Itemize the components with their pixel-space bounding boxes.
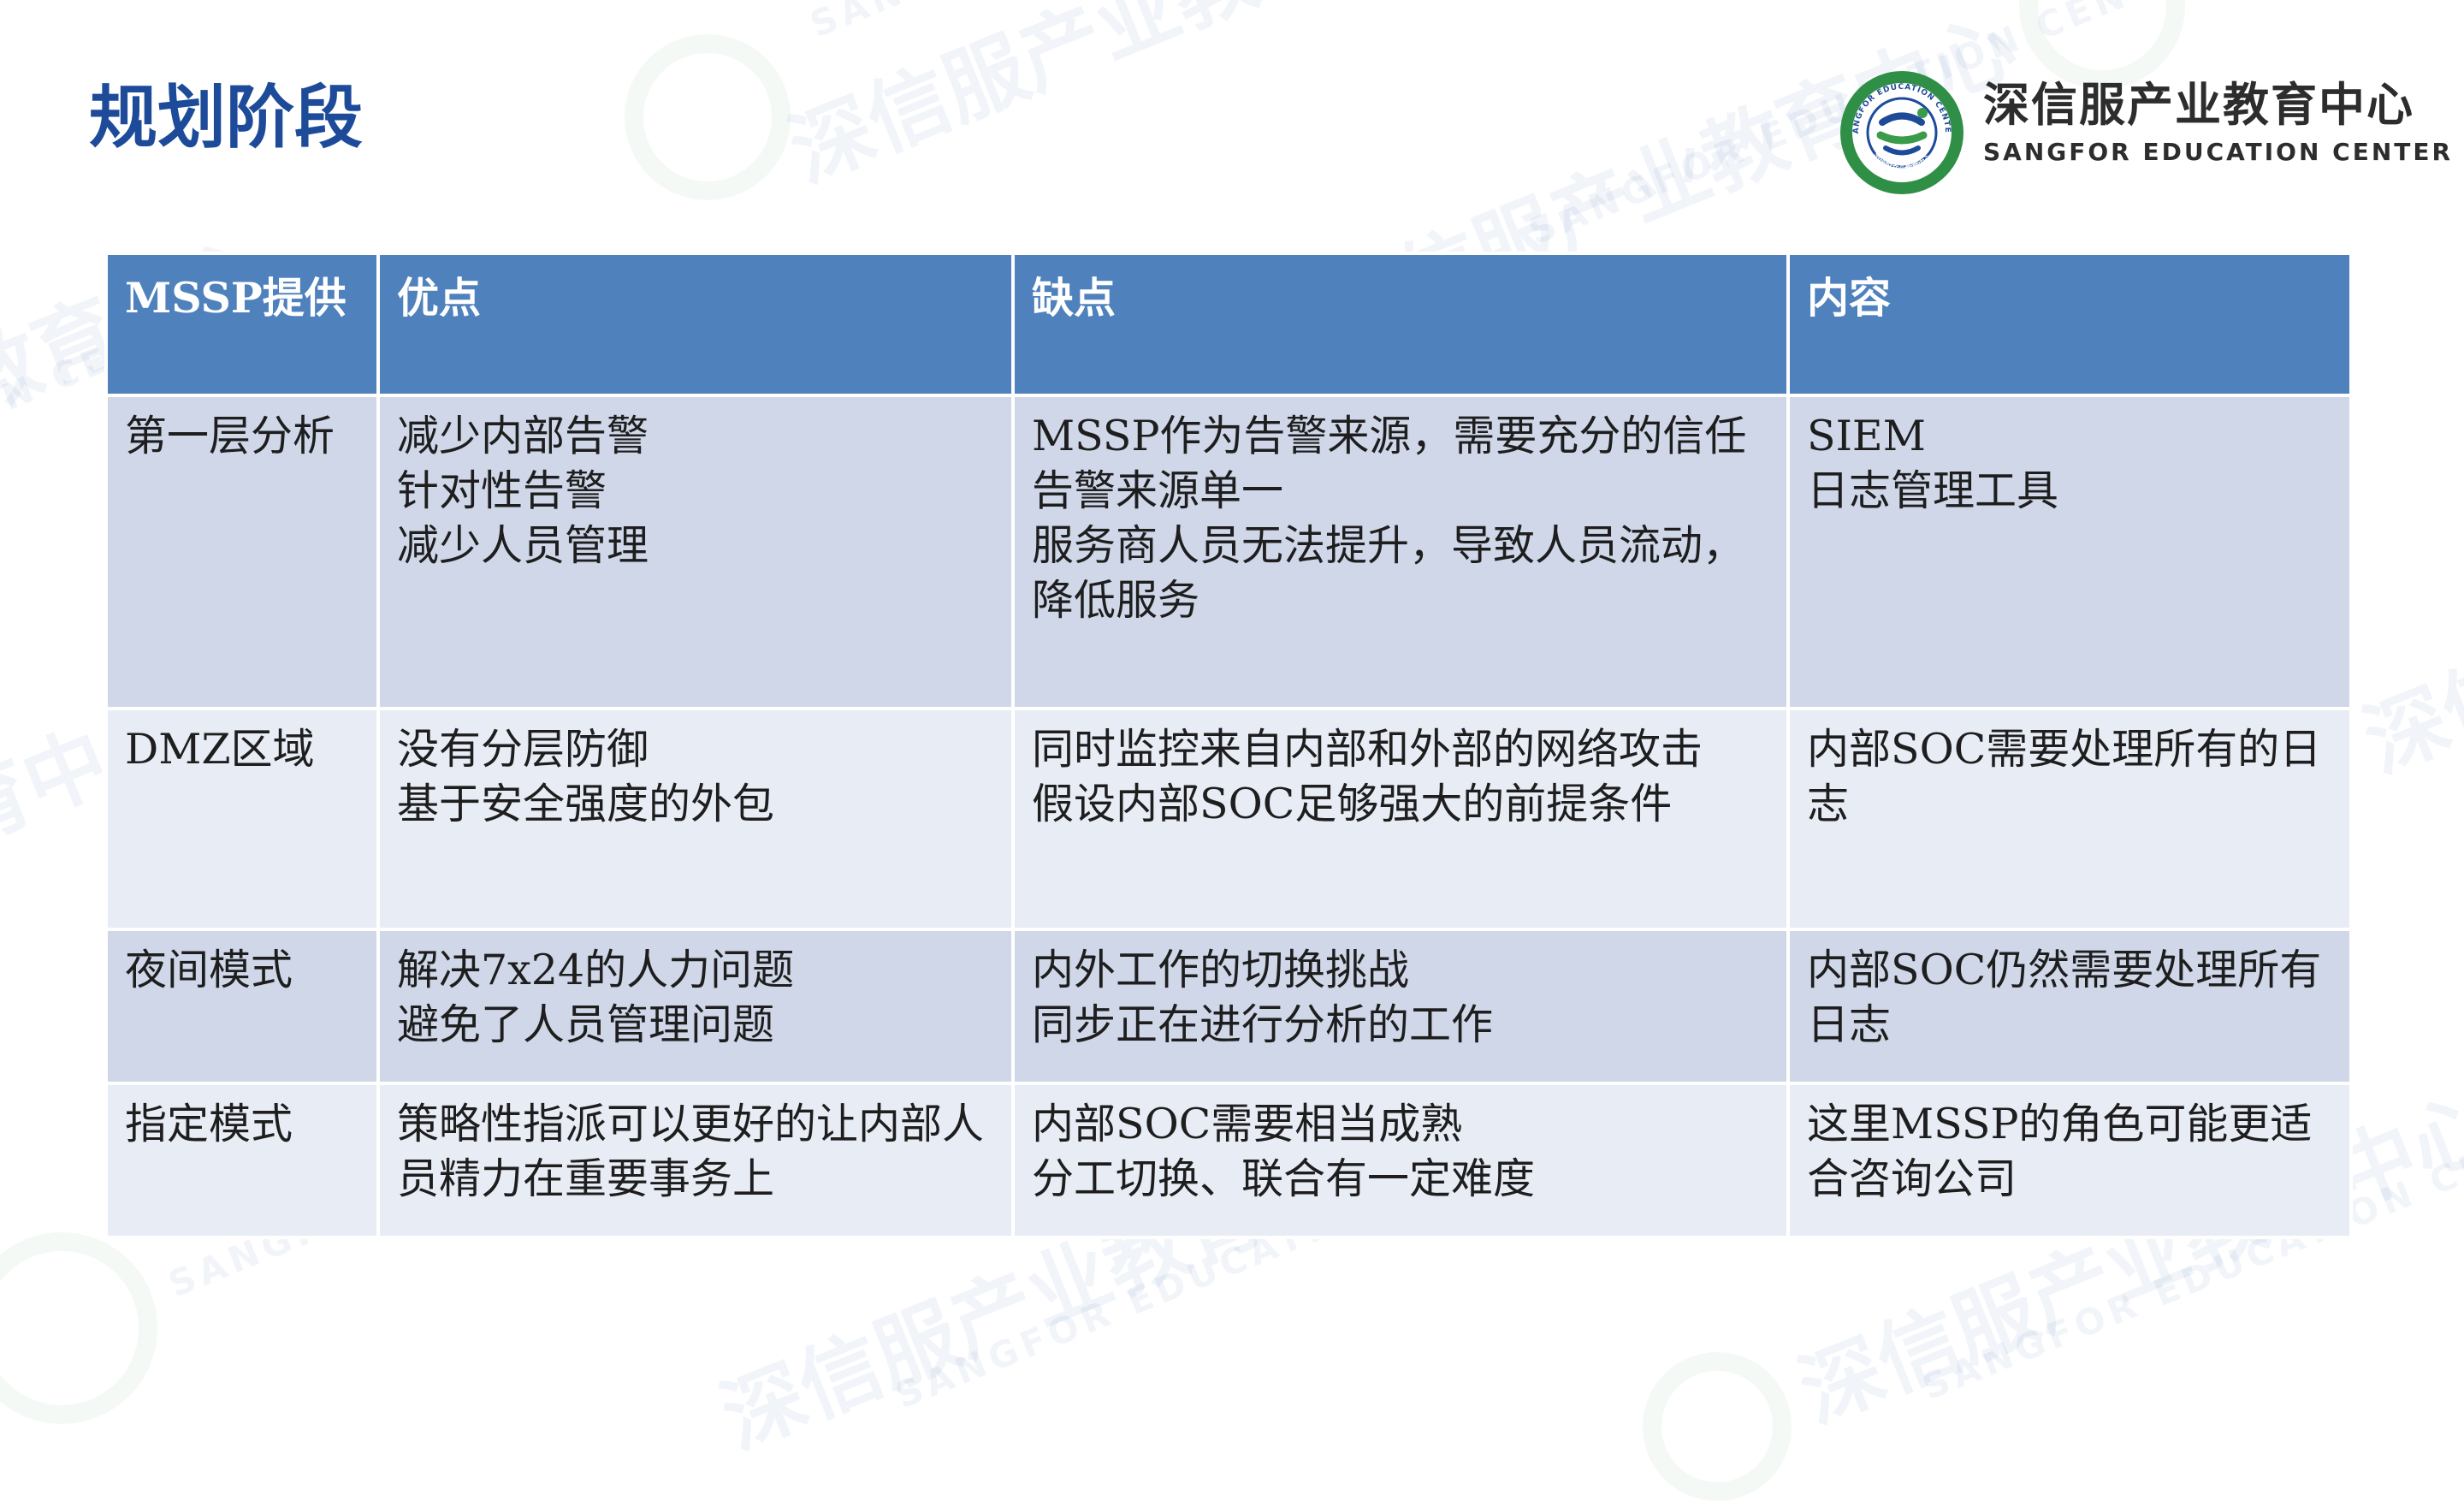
content-cell: SIEM 日志管理工具 (1786, 394, 2353, 710)
pros-item: 避免了人员管理问题 (397, 1000, 775, 1049)
table-row: 夜间模式 解决7x24的人力问题 避免了人员管理问题 内外工作的切换挑战 同步正… (104, 928, 2353, 1085)
cons-item: 同步正在进行分析的工作 (1032, 1000, 1494, 1049)
table-row: DMZ区域 没有分层防御 基于安全强度的外包 同时监控来自内部和外部的网络攻击 … (104, 707, 2353, 931)
pros-item: 减少人员管理 (397, 521, 649, 570)
cons-cell: 同时监控来自内部和外部的网络攻击 假设内部SOC足够强大的前提条件 (1011, 707, 1790, 931)
logo-wordmark: 深信服产业教育中心 SANGFOR EDUCATION CENTER (1983, 82, 2453, 164)
cons-item: 内外工作的切换挑战 (1032, 946, 1410, 994)
cons-item: 告警来源单一 (1032, 466, 1284, 515)
cons-item: MSSP作为告警来源，需要充分的信任 (1032, 412, 1747, 460)
cons-item: 假设内部SOC足够强大的前提条件 (1032, 780, 1673, 828)
content-cell: 这里MSSP的角色可能更适合咨询公司 (1786, 1082, 2353, 1239)
watermark-text: 深信服产业教育中心 (2351, 424, 2464, 792)
pros-cell: 策略性指派可以更好的让内部人员精力在重要事务上 (376, 1082, 1015, 1239)
watermark-emblem (0, 1232, 157, 1424)
mode-cell: 指定模式 (104, 1082, 380, 1239)
content-cell: 内部SOC需要处理所有的日志 (1786, 707, 2353, 931)
watermark-emblem (625, 34, 791, 200)
cons-item: 分工切换、联合有一定难度 (1032, 1154, 1536, 1203)
table-header-row: MSSP提供 优点 缺点 内容 (104, 252, 2353, 397)
cons-cell: 内部SOC需要相当成熟 分工切换、联合有一定难度 (1011, 1082, 1790, 1239)
watermark-text: 深信服产业教育中心 (777, 0, 1499, 201)
content-item: 内部SOC仍然需要处理所有日志 (1807, 946, 2322, 1049)
pros-item: 减少内部告警 (397, 412, 649, 460)
pros-item: 基于安全强度的外包 (397, 780, 775, 828)
watermark-text: SANGFOR EDUCATION CENTER (804, 0, 1502, 45)
mode-cell: 夜间模式 (104, 928, 380, 1085)
pros-cell: 减少内部告警 针对性告警 减少人员管理 (376, 394, 1015, 710)
cons-item: 内部SOC需要相当成熟 (1032, 1100, 1463, 1148)
pros-item: 解决7x24的人力问题 (397, 946, 795, 994)
watermark-emblem (1643, 1352, 1792, 1501)
content-item: 日志管理工具 (1807, 466, 2059, 515)
mssp-planning-table: MSSP提供 优点 缺点 内容 第一层分析 减少内部告警 针对性告警 减少人员管… (104, 252, 2353, 1239)
watermark-emblem (2019, 0, 2185, 89)
pros-item: 针对性告警 (397, 466, 607, 515)
cons-cell: 内外工作的切换挑战 同步正在进行分析的工作 (1011, 928, 1790, 1085)
pros-item: 策略性指派可以更好的让内部人员精力在重要事务上 (397, 1100, 985, 1203)
cons-cell: MSSP作为告警来源，需要充分的信任 告警来源单一 服务商人员无法提升，导致人员… (1011, 394, 1790, 710)
header-content: 内容 (1786, 252, 2353, 397)
header-cons: 缺点 (1011, 252, 1790, 397)
pros-cell: 没有分层防御 基于安全强度的外包 (376, 707, 1015, 931)
pros-cell: 解决7x24的人力问题 避免了人员管理问题 (376, 928, 1015, 1085)
cons-item: 服务商人员无法提升，导致人员流动，降低服务 (1032, 521, 1745, 625)
header-pros: 优点 (376, 252, 1015, 397)
mode-cell: DMZ区域 (104, 707, 380, 931)
page-title: 规划阶段 (89, 78, 363, 157)
content-item: 内部SOC需要处理所有的日志 (1807, 725, 2322, 828)
table-row: 指定模式 策略性指派可以更好的让内部人员精力在重要事务上 内部SOC需要相当成熟… (104, 1082, 2353, 1239)
sangfor-education-logo: SANGFOR EDUCATION CENTER 深信服产业教育中心 (1838, 68, 1964, 194)
pros-item: 没有分层防御 (397, 725, 649, 774)
content-cell: 内部SOC仍然需要处理所有日志 (1786, 928, 2353, 1085)
content-item: 这里MSSP的角色可能更适合咨询公司 (1807, 1100, 2313, 1203)
logo-name-en: SANGFOR EDUCATION CENTER (1983, 138, 2454, 166)
content-item: SIEM (1807, 412, 1926, 460)
cons-item: 同时监控来自内部和外部的网络攻击 (1032, 725, 1703, 774)
mode-cell: 第一层分析 (104, 394, 380, 710)
table-row: 第一层分析 减少内部告警 针对性告警 减少人员管理 MSSP作为告警来源，需要充… (104, 394, 2353, 710)
logo-name-cn: 深信服产业教育中心 (1983, 78, 2414, 132)
header-mssp: MSSP提供 (104, 252, 380, 397)
